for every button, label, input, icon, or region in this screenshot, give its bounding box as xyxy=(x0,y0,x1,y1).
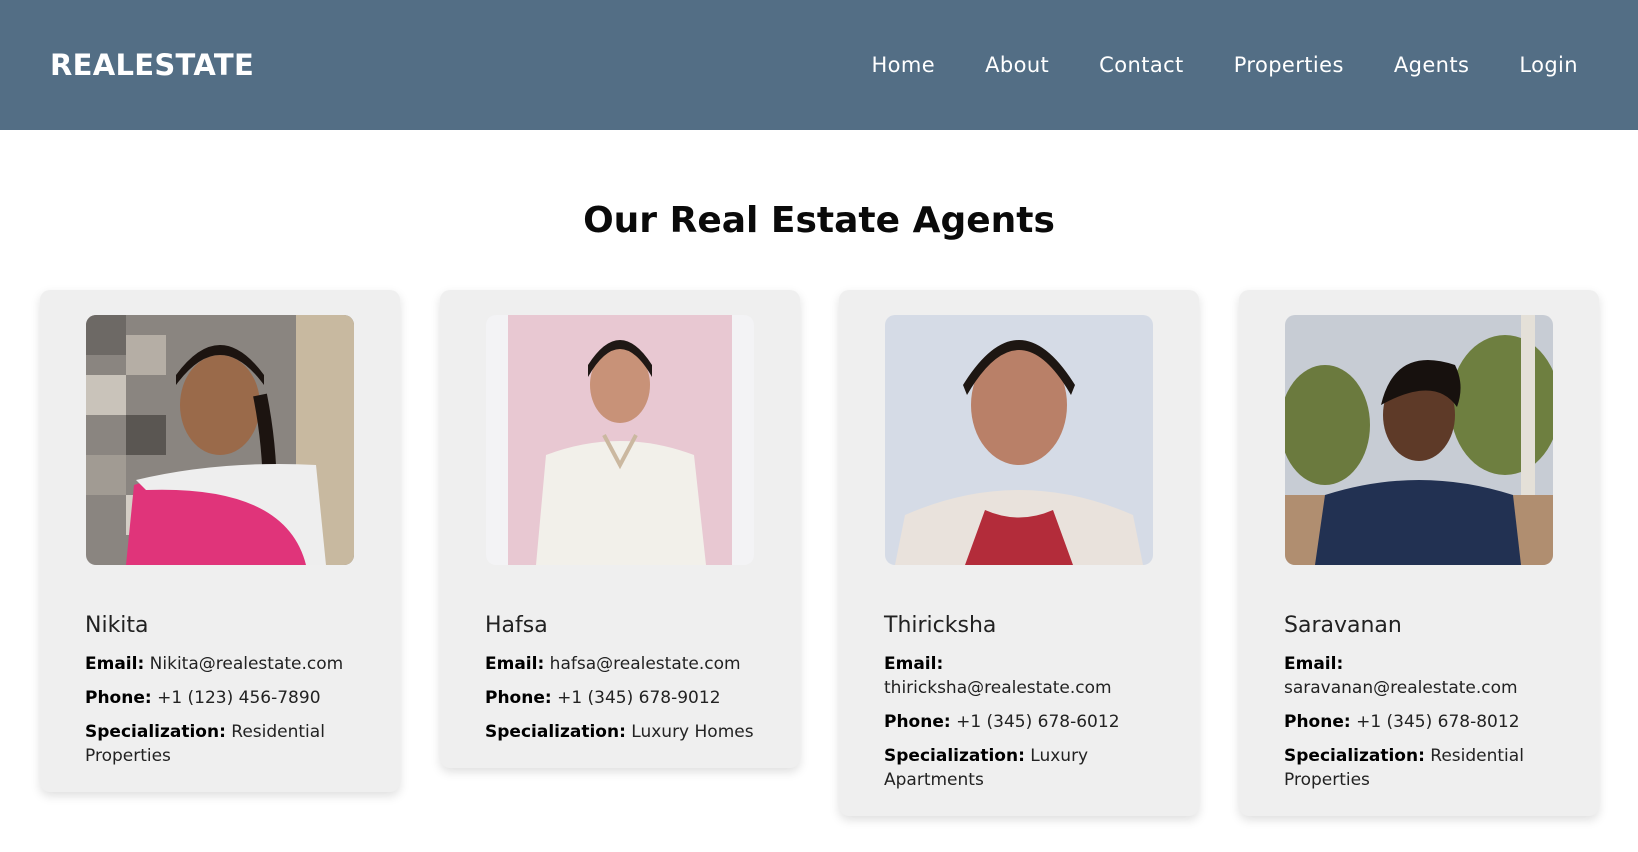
agent-name: Hafsa xyxy=(485,613,548,638)
agent-name: Thiricksha xyxy=(884,613,997,638)
agent-card: Nikita Email: Nikita@realestate.com Phon… xyxy=(40,290,400,792)
agent-photo xyxy=(1285,315,1553,565)
email-value: saravanan@realestate.com xyxy=(1284,678,1518,698)
email-label: Email: xyxy=(884,654,944,674)
agent-phone: Phone: +1 (345) 678-6012 xyxy=(884,710,1154,734)
specialization-label: Specialization: xyxy=(884,746,1025,766)
nav-link-login[interactable]: Login xyxy=(1519,53,1578,77)
agent-photo xyxy=(86,315,354,565)
email-value: hafsa@realestate.com xyxy=(549,654,741,674)
brand-logo[interactable]: REALESTATE xyxy=(50,48,254,82)
nav-link-about[interactable]: About xyxy=(985,53,1049,77)
specialization-value: Luxury Homes xyxy=(631,722,754,742)
agent-specialization: Specialization: Luxury Homes xyxy=(485,720,755,744)
agent-email: Email: Nikita@realestate.com xyxy=(85,652,355,676)
nav-link-agents[interactable]: Agents xyxy=(1394,53,1470,77)
email-label: Email: xyxy=(485,654,545,674)
phone-value: +1 (345) 678-9012 xyxy=(557,688,721,708)
agent-specialization: Specialization: Residential Properties xyxy=(1284,744,1554,792)
agent-specialization: Specialization: Luxury Apartments xyxy=(884,744,1154,792)
agent-card: Saravanan Email: saravanan@realestate.co… xyxy=(1239,290,1599,816)
phone-value: +1 (345) 678-8012 xyxy=(1356,712,1520,732)
agent-specialization: Specialization: Residential Properties xyxy=(85,720,355,768)
phone-value: +1 (345) 678-6012 xyxy=(956,712,1120,732)
email-value: thiricksha@realestate.com xyxy=(884,678,1112,698)
nav-link-home[interactable]: Home xyxy=(871,53,935,77)
phone-label: Phone: xyxy=(485,688,552,708)
agent-name: Nikita xyxy=(85,613,149,638)
specialization-label: Specialization: xyxy=(485,722,626,742)
agent-phone: Phone: +1 (345) 678-8012 xyxy=(1284,710,1554,734)
phone-label: Phone: xyxy=(1284,712,1351,732)
page-title: Our Real Estate Agents xyxy=(583,200,1055,241)
phone-label: Phone: xyxy=(85,688,152,708)
navbar: REALESTATE Home About Contact Properties… xyxy=(0,0,1638,130)
nav-link-contact[interactable]: Contact xyxy=(1099,53,1184,77)
nav-links: Home About Contact Properties Agents Log… xyxy=(821,53,1578,77)
agent-email: Email: thiricksha@realestate.com xyxy=(884,652,1154,700)
email-value: Nikita@realestate.com xyxy=(149,654,344,674)
agent-phone: Phone: +1 (123) 456-7890 xyxy=(85,686,355,710)
agent-card: Thiricksha Email: thiricksha@realestate.… xyxy=(839,290,1199,816)
agent-name: Saravanan xyxy=(1284,613,1402,638)
phone-label: Phone: xyxy=(884,712,951,732)
specialization-label: Specialization: xyxy=(1284,746,1425,766)
nav-link-properties[interactable]: Properties xyxy=(1234,53,1344,77)
agent-phone: Phone: +1 (345) 678-9012 xyxy=(485,686,755,710)
agent-email: Email: saravanan@realestate.com xyxy=(1284,652,1554,700)
phone-value: +1 (123) 456-7890 xyxy=(157,688,321,708)
email-label: Email: xyxy=(1284,654,1344,674)
email-label: Email: xyxy=(85,654,145,674)
agent-card: Hafsa Email: hafsa@realestate.com Phone:… xyxy=(440,290,800,768)
agent-photo xyxy=(486,315,754,565)
agent-email: Email: hafsa@realestate.com xyxy=(485,652,755,676)
specialization-label: Specialization: xyxy=(85,722,226,742)
agent-photo xyxy=(885,315,1153,565)
